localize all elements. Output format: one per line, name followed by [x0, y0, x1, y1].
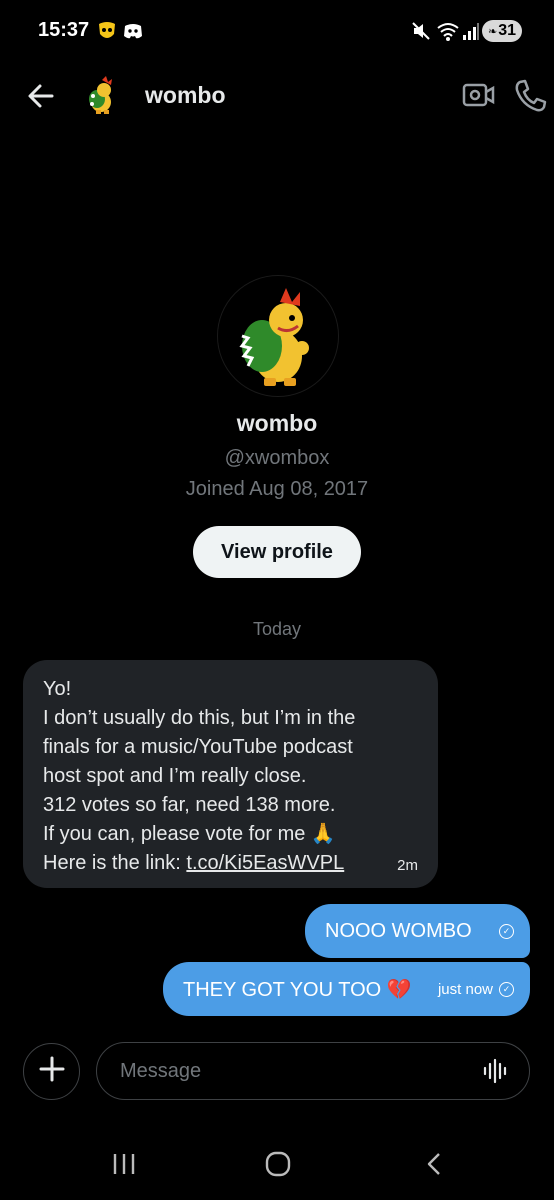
outgoing-message-bubble[interactable]: THEY GOT YOU TOO 💔 just now ✓ — [163, 962, 530, 1016]
message-line: Yo! — [43, 678, 72, 700]
profile-handle: @xwombox — [224, 447, 330, 469]
plus-icon — [39, 1056, 65, 1087]
recents-icon — [110, 1154, 138, 1182]
message-line: If you can, please vote for me 🙏 — [43, 823, 336, 845]
wifi-icon — [436, 20, 460, 47]
outgoing-message-bubble[interactable]: NOOO WOMBO ✓ — [305, 904, 530, 958]
voice-wave-icon — [481, 1058, 511, 1089]
message-meta: just now ✓ — [438, 981, 514, 998]
signal-icon — [462, 20, 480, 47]
video-call-icon — [460, 83, 496, 116]
profile-name: wombo — [236, 410, 318, 436]
message-text: NOOO WOMBO — [325, 919, 472, 942]
message-line: I don’t usually do this, but I’m in the — [43, 707, 356, 729]
date-separator: Today — [252, 619, 302, 639]
avatar[interactable] — [80, 74, 122, 116]
profile-joined-date: Joined Aug 08, 2017 — [185, 478, 369, 500]
sent-check-icon: ✓ — [499, 981, 514, 997]
recents-button[interactable] — [110, 1150, 138, 1183]
battery-indicator: ❧ 31 — [482, 20, 522, 42]
message-meta: ✓ — [499, 923, 514, 939]
message-timestamp: just now — [437, 980, 493, 998]
message-line: 312 votes so far, need 138 more. — [43, 794, 336, 816]
home-button[interactable] — [264, 1150, 292, 1183]
conversation-header: wombo — [0, 62, 554, 126]
incoming-message-bubble[interactable]: Yo! I don’t usually do this, but I’m in … — [23, 660, 438, 888]
back-icon — [420, 1153, 448, 1182]
message-composer — [96, 1042, 530, 1100]
battery-level: 31 — [498, 22, 516, 39]
view-profile-button[interactable]: View profile — [193, 526, 361, 578]
add-attachment-button[interactable] — [23, 1043, 80, 1100]
discord-icon — [122, 20, 144, 47]
message-input[interactable] — [118, 1043, 452, 1100]
home-icon — [264, 1151, 292, 1182]
status-bar: 15:37 ❧ 31 — [0, 0, 554, 62]
profile-avatar[interactable] — [217, 275, 339, 397]
voice-message-button[interactable] — [481, 1057, 511, 1085]
message-link-line: Here is the link: t.co/Ki5EasWVPL — [43, 849, 418, 878]
status-time: 15:37 — [38, 19, 90, 41]
sent-check-icon: ✓ — [499, 923, 514, 939]
message-line: finals for a music/YouTube podcast — [43, 736, 353, 758]
conversation-title: wombo — [145, 82, 226, 108]
voice-call-button[interactable] — [512, 76, 548, 114]
message-line: host spot and I’m really close. — [43, 765, 307, 787]
message-timestamp: 2m — [397, 857, 418, 874]
back-button[interactable] — [22, 76, 62, 116]
link-prefix: Here is the link: — [43, 852, 187, 874]
grindr-icon — [96, 20, 118, 47]
video-call-button[interactable] — [460, 78, 496, 112]
message-link[interactable]: t.co/Ki5EasWVPL — [186, 852, 344, 874]
phone-icon — [512, 79, 548, 118]
arrow-left-icon — [22, 84, 62, 120]
mute-icon — [410, 20, 432, 47]
system-nav-bar — [0, 1130, 554, 1200]
message-text: THEY GOT YOU TOO 💔 — [183, 978, 412, 1001]
system-back-button[interactable] — [420, 1150, 448, 1183]
